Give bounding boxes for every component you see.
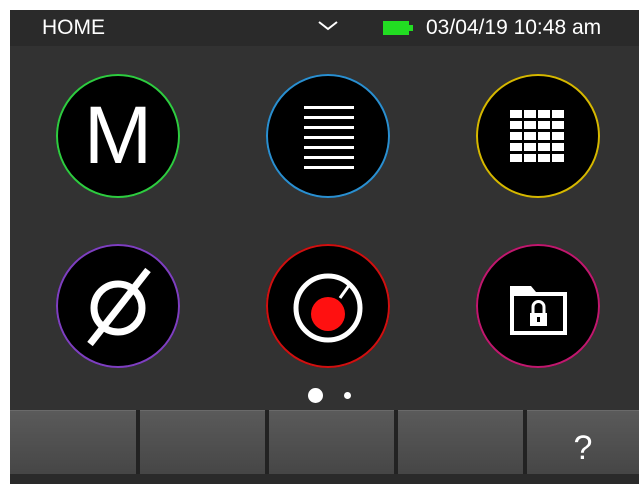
meter-app-button[interactable]: M	[56, 74, 180, 198]
pager-dot[interactable]	[344, 392, 351, 399]
m-letter-icon: M	[83, 90, 153, 181]
list-app-button[interactable]	[266, 74, 390, 198]
device-frame: HOME 03/04/19 10:48 am M ?	[0, 0, 639, 484]
softkey-bar: ?	[10, 410, 639, 484]
grid-icon	[476, 74, 600, 198]
battery-icon	[383, 21, 413, 35]
date-time: 03/04/19 10:48 am	[426, 16, 602, 39]
record-app-button[interactable]	[266, 244, 390, 368]
status-bar: HOME 03/04/19 10:48 am	[10, 10, 639, 46]
page-title: HOME	[42, 16, 105, 39]
softkey-2[interactable]	[140, 410, 265, 484]
list-lines-icon	[266, 74, 390, 198]
help-softkey[interactable]: ?	[527, 410, 639, 484]
softkey-bottom-strip	[10, 474, 639, 484]
empty-set-icon	[56, 244, 180, 368]
grid-app-button[interactable]	[476, 74, 600, 198]
pager-dot-active[interactable]	[308, 388, 323, 403]
chevron-down-icon[interactable]	[316, 18, 340, 34]
record-dial-icon	[266, 244, 390, 368]
null-app-button[interactable]	[56, 244, 180, 368]
softkey-3[interactable]	[269, 410, 394, 484]
softkey-4[interactable]	[398, 410, 523, 484]
softkey-1[interactable]	[10, 410, 136, 484]
locked-folder-icon	[476, 244, 600, 368]
lock-folder-app-button[interactable]	[476, 244, 600, 368]
home-screen: HOME 03/04/19 10:48 am M ?	[10, 10, 639, 484]
